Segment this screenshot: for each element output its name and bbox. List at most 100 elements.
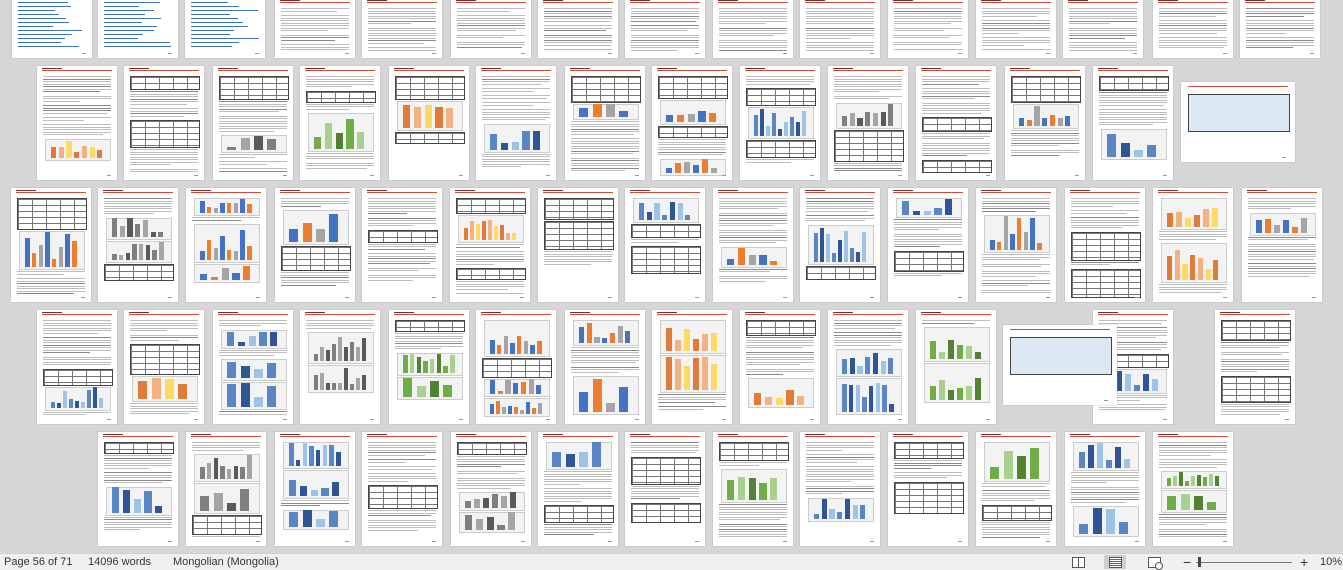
document-page[interactable] — [37, 66, 117, 180]
document-page[interactable] — [1153, 432, 1233, 546]
document-page[interactable] — [275, 188, 355, 302]
document-page[interactable] — [300, 66, 380, 180]
print-layout-button[interactable] — [1104, 555, 1126, 569]
read-mode-button[interactable] — [1067, 555, 1089, 569]
document-page[interactable] — [451, 0, 531, 58]
document-page[interactable] — [538, 432, 618, 546]
text-line — [806, 8, 874, 9]
document-page[interactable] — [185, 0, 265, 58]
document-page[interactable] — [652, 66, 732, 180]
document-page[interactable] — [800, 188, 880, 302]
document-page[interactable] — [538, 0, 618, 58]
document-page[interactable] — [916, 66, 996, 180]
document-page[interactable] — [124, 66, 204, 180]
document-page[interactable] — [740, 66, 820, 180]
page-header-rule — [15, 192, 87, 193]
zoom-slider[interactable] — [1196, 562, 1292, 563]
document-page[interactable] — [888, 432, 968, 546]
text-line — [571, 347, 639, 348]
document-page[interactable] — [828, 310, 908, 424]
document-page[interactable] — [450, 188, 530, 302]
zoom-out-button[interactable]: − — [1183, 554, 1191, 570]
document-page[interactable] — [713, 432, 793, 546]
document-page[interactable] — [12, 0, 92, 58]
text-line — [219, 108, 287, 110]
document-page[interactable] — [740, 310, 820, 424]
document-page[interactable] — [800, 0, 880, 58]
document-page[interactable] — [1242, 188, 1322, 302]
document-page[interactable] — [1153, 188, 1233, 302]
document-page[interactable] — [916, 310, 996, 424]
document-page[interactable] — [98, 188, 178, 302]
document-page[interactable] — [213, 66, 293, 180]
document-page[interactable] — [565, 310, 645, 424]
document-page[interactable] — [124, 310, 204, 424]
document-canvas[interactable] — [0, 0, 1343, 553]
document-page[interactable] — [275, 432, 355, 546]
text-line — [1159, 454, 1212, 456]
document-page[interactable] — [565, 66, 645, 180]
document-page[interactable] — [37, 310, 117, 424]
text-line — [1069, 10, 1137, 12]
document-page[interactable] — [1005, 66, 1085, 180]
document-page[interactable] — [1065, 188, 1145, 302]
text-line — [719, 516, 787, 518]
document-page[interactable] — [11, 188, 91, 302]
text-line — [281, 198, 349, 199]
word-count-indicator[interactable]: 14096 words — [88, 556, 151, 568]
page-number — [520, 541, 525, 542]
page-header-title — [717, 434, 738, 435]
zoom-in-button[interactable]: + — [1300, 554, 1308, 570]
page-count-indicator[interactable]: Page 56 of 71 — [4, 556, 73, 568]
document-page[interactable] — [476, 66, 556, 180]
document-page[interactable] — [976, 0, 1056, 58]
chart-bar — [1003, 450, 1013, 479]
document-page[interactable] — [1063, 0, 1143, 58]
language-indicator[interactable]: Mongolian (Mongolia) — [173, 556, 279, 568]
document-page[interactable] — [362, 188, 442, 302]
zoom-slider-thumb[interactable] — [1198, 557, 1201, 567]
document-page[interactable] — [625, 432, 705, 546]
document-page-landscape[interactable] — [1181, 82, 1295, 162]
document-page[interactable] — [800, 432, 880, 546]
document-page[interactable] — [1093, 66, 1173, 180]
document-page[interactable] — [713, 0, 793, 58]
document-page[interactable] — [186, 188, 266, 302]
document-page[interactable] — [888, 188, 968, 302]
text-line — [1071, 472, 1139, 473]
document-page[interactable] — [213, 310, 293, 424]
document-page[interactable] — [1153, 0, 1233, 58]
document-page[interactable] — [1240, 0, 1320, 58]
document-page[interactable] — [888, 0, 968, 58]
web-layout-button[interactable] — [1143, 555, 1165, 570]
text-line — [631, 488, 699, 489]
document-page[interactable] — [652, 310, 732, 424]
document-page-landscape[interactable] — [1003, 325, 1117, 405]
document-page[interactable] — [389, 66, 469, 180]
document-page[interactable] — [186, 432, 266, 546]
document-page[interactable] — [98, 0, 178, 58]
document-page[interactable] — [828, 66, 908, 180]
document-page[interactable] — [275, 0, 355, 58]
document-page[interactable] — [451, 432, 531, 546]
document-page[interactable] — [625, 0, 705, 58]
chart-bar — [666, 115, 674, 122]
document-page[interactable] — [1065, 432, 1145, 546]
document-page[interactable] — [625, 188, 705, 302]
text-line — [43, 134, 103, 135]
document-page[interactable] — [713, 188, 793, 302]
text-line — [17, 283, 85, 284]
text-line — [982, 500, 1036, 501]
document-page[interactable] — [98, 432, 178, 546]
document-page[interactable] — [389, 310, 469, 424]
document-page[interactable] — [976, 188, 1056, 302]
document-page[interactable] — [476, 310, 556, 424]
document-page[interactable] — [362, 432, 442, 546]
document-page[interactable] — [1215, 310, 1295, 424]
document-page[interactable] — [362, 0, 442, 58]
document-page[interactable] — [538, 188, 618, 302]
document-page[interactable] — [976, 432, 1056, 546]
document-page[interactable] — [300, 310, 380, 424]
page-number — [1222, 297, 1227, 298]
zoom-level[interactable]: 10% — [1320, 556, 1342, 568]
